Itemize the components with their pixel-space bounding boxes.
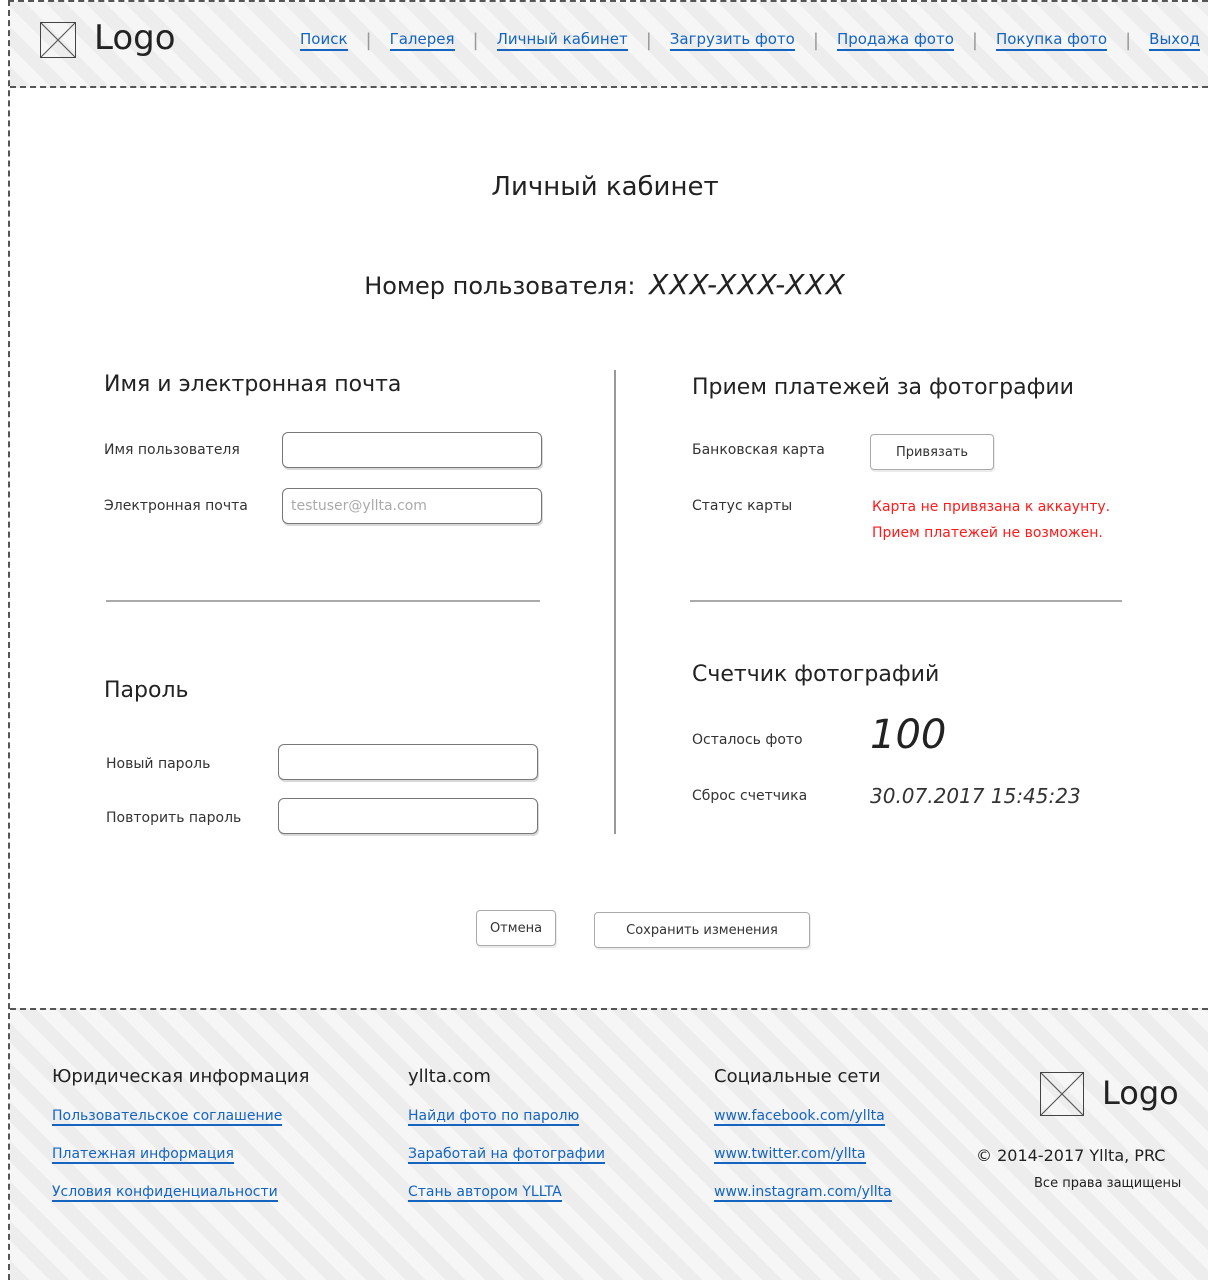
card-status-message: Карта не привязана к аккаунту. Прием пла… bbox=[872, 494, 1110, 546]
nav-buy-photo[interactable]: Покупка фото bbox=[995, 30, 1108, 51]
nav-separator: | bbox=[645, 30, 652, 51]
user-number-value: XXX-XXX-XXX bbox=[649, 268, 846, 301]
new-password-label: Новый пароль bbox=[106, 756, 211, 772]
footer: Юридическая информация Пользовательское … bbox=[10, 1008, 1208, 1280]
footer-rights: Все права защищены bbox=[1034, 1176, 1182, 1191]
nav-separator: | bbox=[1125, 30, 1132, 51]
footer-link-twitter[interactable]: www.twitter.com/yllta bbox=[714, 1146, 866, 1164]
user-number-label: Номер пользователя: bbox=[364, 272, 636, 300]
card-status-label: Статус карты bbox=[692, 498, 793, 514]
footer-legal-title: Юридическая информация bbox=[52, 1066, 310, 1087]
logo-text[interactable]: Logo bbox=[94, 18, 176, 58]
nav-separator: | bbox=[472, 30, 479, 51]
new-password-input[interactable] bbox=[278, 744, 538, 780]
nav-personal-account[interactable]: Личный кабинет bbox=[496, 30, 628, 51]
footer-link-find-photo[interactable]: Найди фото по паролю bbox=[408, 1108, 580, 1126]
divider bbox=[690, 600, 1122, 602]
payments-title: Прием платежей за фотографии bbox=[692, 375, 1074, 400]
footer-link-facebook[interactable]: www.facebook.com/yllta bbox=[714, 1108, 885, 1126]
footer-logo-placeholder-icon bbox=[1040, 1072, 1084, 1116]
bind-card-button[interactable]: Привязать bbox=[870, 434, 994, 470]
bank-card-label: Банковская карта bbox=[692, 442, 825, 458]
main-nav: Поиск | Галерея | Личный кабинет | Загру… bbox=[300, 30, 1200, 51]
card-status-line: Карта не привязана к аккаунту. bbox=[872, 499, 1111, 515]
nav-logout[interactable]: Выход bbox=[1149, 30, 1200, 51]
divider bbox=[106, 600, 540, 602]
column-divider bbox=[614, 370, 616, 834]
user-number: Номер пользователя: XXX-XXX-XXX bbox=[0, 268, 1210, 301]
remaining-photos-label: Осталось фото bbox=[692, 732, 803, 748]
name-email-title: Имя и электронная почта bbox=[104, 372, 402, 397]
nav-separator: | bbox=[812, 30, 819, 51]
cancel-button[interactable]: Отмена bbox=[476, 910, 556, 946]
footer-social-title: Социальные сети bbox=[714, 1066, 881, 1087]
counter-reset-value: 30.07.2017 15:45:23 bbox=[870, 784, 1081, 808]
username-label: Имя пользователя bbox=[104, 442, 240, 458]
footer-link-user-agreement[interactable]: Пользовательское соглашение bbox=[52, 1108, 283, 1126]
nav-separator: | bbox=[971, 30, 978, 51]
nav-search[interactable]: Поиск bbox=[300, 30, 348, 51]
email-input[interactable] bbox=[282, 488, 542, 524]
counter-reset-label: Сброс счетчика bbox=[692, 788, 808, 804]
password-title: Пароль bbox=[104, 678, 189, 703]
footer-copyright: © 2014-2017 Yllta, PRC bbox=[976, 1146, 1166, 1165]
nav-gallery[interactable]: Галерея bbox=[389, 30, 455, 51]
counter-title: Счетчик фотографий bbox=[692, 662, 940, 687]
header: Logo Поиск | Галерея | Личный кабинет | … bbox=[10, 2, 1208, 88]
nav-upload-photo[interactable]: Загрузить фото bbox=[669, 30, 795, 51]
repeat-password-label: Повторить пароль bbox=[106, 810, 242, 826]
footer-link-become-author[interactable]: Стань автором YLLTA bbox=[408, 1184, 562, 1202]
username-input[interactable] bbox=[282, 432, 542, 468]
footer-site-title: yllta.com bbox=[408, 1066, 491, 1087]
footer-link-privacy[interactable]: Условия конфиденциальности bbox=[52, 1184, 278, 1202]
repeat-password-input[interactable] bbox=[278, 798, 538, 834]
card-status-line: Прием платежей не возможен. bbox=[872, 525, 1103, 541]
footer-logo-text: Logo bbox=[1102, 1074, 1179, 1112]
footer-link-earn[interactable]: Заработай на фотографии bbox=[408, 1146, 605, 1164]
footer-link-instagram[interactable]: www.instagram.com/yllta bbox=[714, 1184, 892, 1202]
footer-link-payment-info[interactable]: Платежная информация bbox=[52, 1146, 234, 1164]
email-label: Электронная почта bbox=[104, 498, 248, 514]
logo-placeholder-icon bbox=[40, 22, 76, 58]
nav-separator: | bbox=[365, 30, 372, 51]
page-title: Личный кабинет bbox=[491, 172, 719, 202]
remaining-photos-value: 100 bbox=[870, 712, 947, 758]
nav-sell-photo[interactable]: Продажа фото bbox=[836, 30, 954, 51]
save-changes-button[interactable]: Сохранить изменения bbox=[594, 912, 810, 948]
